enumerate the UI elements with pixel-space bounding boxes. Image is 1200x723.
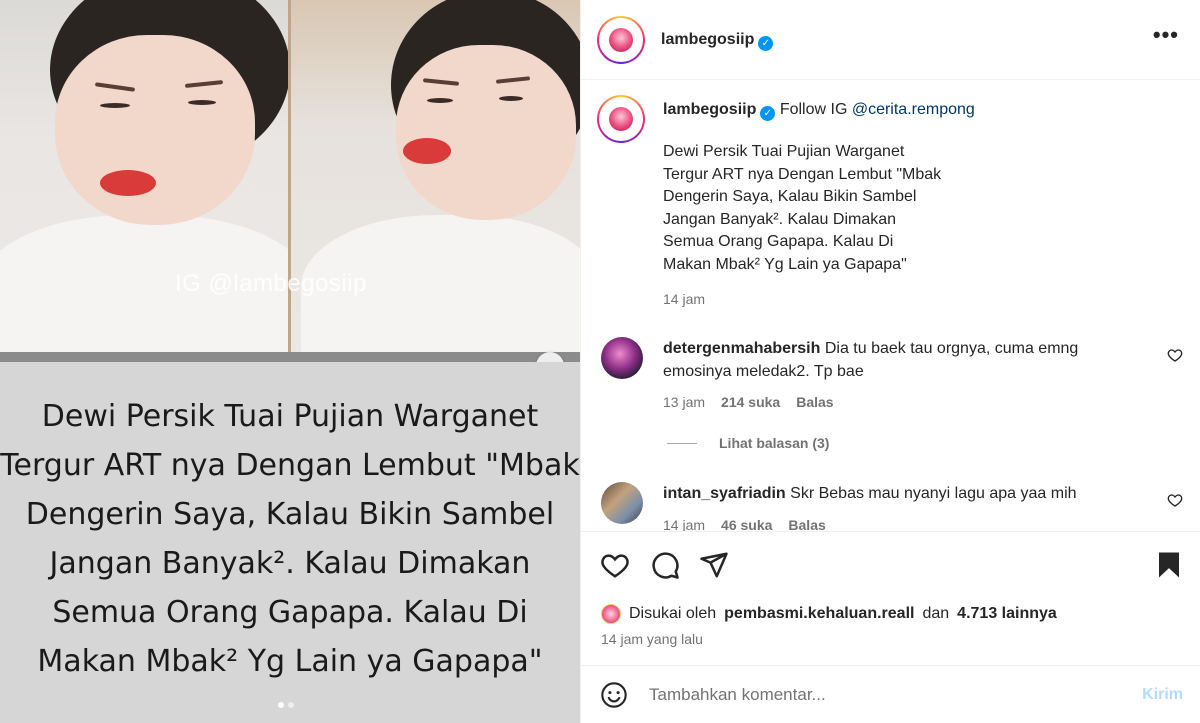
likes-prefix: Disukai oleh	[629, 605, 717, 622]
comment-likes[interactable]: 46 suka	[721, 514, 772, 531]
face	[396, 45, 576, 220]
comment-time[interactable]: 13 jam	[663, 391, 705, 414]
eye	[499, 96, 523, 101]
comment-heart-icon[interactable]	[1167, 347, 1183, 363]
post-caption: lambegosiip ✓ Follow IG @cerita.rempong D…	[663, 99, 1163, 310]
video-progress-strip	[0, 352, 580, 362]
caption-card-line: Tergur ART nya Dengan Lembut "Mbak	[0, 448, 580, 483]
lambegosiip-logo	[609, 107, 633, 131]
liker-username[interactable]: pembasmi.kehaluan.reall	[724, 605, 914, 623]
view-replies-button[interactable]: Lihat balasan (3)	[667, 435, 829, 451]
comments-section[interactable]: lambegosiip ✓ Follow IG @cerita.rempong D…	[581, 81, 1200, 531]
like-heart-icon[interactable]	[600, 550, 630, 580]
face	[55, 35, 255, 225]
share-paper-plane-icon[interactable]	[699, 550, 729, 580]
caption-body: Dewi Persik Tuai Pujian Warganet Tergur …	[663, 141, 1163, 276]
view-replies-label: Lihat balasan (3)	[719, 435, 830, 451]
caption-line: Dewi Persik Tuai Pujian Warganet	[663, 143, 905, 160]
eye	[427, 98, 453, 103]
comment-meta: 14 jam 46 suka Balas	[663, 514, 1143, 531]
caption-card-line: Makan Mbak² Yg Lain ya Gapapa"	[37, 644, 543, 679]
caption-card-line: Jangan Banyak². Kalau Dimakan	[49, 546, 531, 581]
caption-username[interactable]: lambegosiip	[663, 101, 756, 118]
commenter-avatar[interactable]	[601, 482, 643, 524]
likes-connector: dan	[922, 605, 950, 622]
caption-line: Jangan Banyak². Kalau Dimakan	[663, 210, 897, 228]
comment-heart-icon[interactable]	[1167, 492, 1183, 508]
comment-bubble-icon[interactable]	[650, 550, 680, 580]
commenter-avatar[interactable]	[601, 337, 643, 379]
comment-username[interactable]: detergenmahabersih	[663, 340, 820, 357]
comment-body: intan_syafriadin Skr Bebas mau nyanyi la…	[663, 482, 1143, 531]
caption-prefix: Follow IG	[779, 101, 852, 118]
reply-button[interactable]: Balas	[788, 514, 825, 531]
caption-line: Semua Orang Gapapa. Kalau Di	[663, 233, 894, 250]
comment-meta: 13 jam 214 suka Balas	[663, 391, 1143, 414]
caption-card-line: Dewi Persik Tuai Pujian Warganet	[41, 399, 539, 434]
comment-body: detergenmahabersih Dia tu baek tau orgny…	[663, 337, 1143, 414]
more-options-icon[interactable]: •••	[1153, 22, 1179, 48]
comment-text: Skr Bebas mau nyanyi lagu apa yaa mih	[790, 485, 1077, 502]
carousel-dot	[288, 702, 294, 708]
caption-mention-link[interactable]: @cerita.rempong	[852, 101, 975, 118]
likes-summary: Disukai oleh pembasmi.kehaluan.reall dan…	[601, 604, 1057, 624]
carousel-dots	[278, 702, 294, 708]
post-timestamp[interactable]: 14 jam yang lalu	[601, 631, 703, 647]
video-frame-right	[291, 0, 580, 352]
caption-line: Dengerin Saya, Kalau Bikin Sambel	[663, 188, 917, 205]
verified-badge-icon: ✓	[758, 36, 774, 51]
replies-divider	[667, 442, 697, 444]
add-comment-bar: Kirim	[581, 665, 1200, 723]
likes-others[interactable]: 4.713 lainnya	[957, 605, 1057, 623]
caption-line: Tergur ART nya Dengan Lembut "Mbak	[663, 165, 942, 183]
header-username[interactable]: lambegosiip	[661, 31, 754, 48]
header-user: lambegosiip ✓	[661, 31, 774, 51]
lips	[100, 170, 156, 196]
eye	[188, 100, 216, 105]
liker-avatar[interactable]	[601, 604, 621, 624]
video-frame-left	[0, 0, 288, 352]
caption-card-line: Dengerin Saya, Kalau Bikin Sambel	[25, 497, 555, 532]
emoji-smiley-icon[interactable]	[600, 681, 628, 709]
video-watermark: IG @lambegosiip	[175, 270, 367, 297]
comment-item: intan_syafriadin Skr Bebas mau nyanyi la…	[601, 482, 1200, 531]
post-comment-button[interactable]: Kirim	[1142, 686, 1183, 704]
bookmark-icon[interactable]	[1154, 550, 1184, 580]
comment-time[interactable]: 14 jam	[663, 514, 705, 531]
post-sidebar: lambegosiip ✓ ••• lambegosiip ✓ Follow IG …	[580, 0, 1200, 723]
eye	[100, 103, 130, 108]
video-frame[interactable]: IG @lambegosiip	[0, 0, 580, 362]
post-media[interactable]: IG @lambegosiip › Dewi Persik Tuai Pujia…	[0, 0, 580, 723]
caption-timestamp[interactable]: 14 jam	[663, 288, 1163, 310]
comment-likes[interactable]: 214 suka	[721, 391, 780, 414]
caption-card: Dewi Persik Tuai Pujian Warganet Tergur …	[0, 362, 580, 723]
comment-username[interactable]: intan_syafriadin	[663, 485, 786, 502]
lips	[403, 138, 451, 164]
carousel-dot-active	[278, 702, 284, 708]
post-header: lambegosiip ✓ •••	[581, 0, 1200, 80]
verified-badge-icon: ✓	[760, 106, 776, 121]
caption-card-line: Semua Orang Gapapa. Kalau Di	[52, 595, 528, 630]
caption-line: Makan Mbak² Yg Lain ya Gapapa"	[663, 255, 907, 273]
add-comment-input[interactable]	[649, 682, 1119, 708]
caption-card-text: Dewi Persik Tuai Pujian Warganet Tergur …	[0, 392, 580, 686]
caption-avatar[interactable]	[597, 95, 645, 143]
profile-avatar[interactable]	[597, 16, 645, 64]
lambegosiip-logo	[609, 28, 633, 52]
reply-button[interactable]: Balas	[796, 391, 833, 414]
comment-item: detergenmahabersih Dia tu baek tau orgny…	[601, 337, 1200, 427]
